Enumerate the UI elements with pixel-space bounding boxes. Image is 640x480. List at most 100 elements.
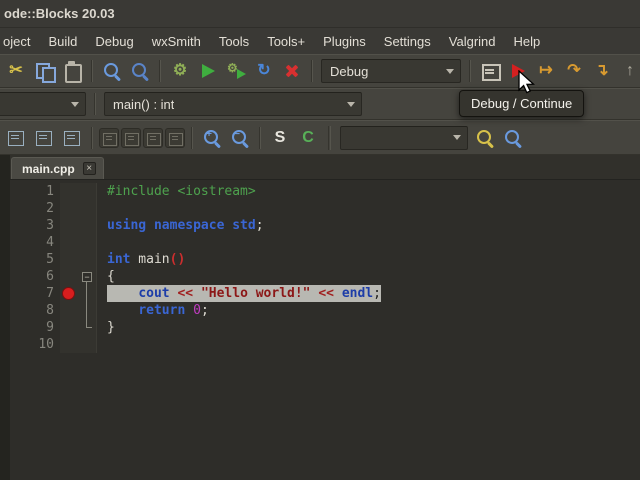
fold-margin[interactable]: [78, 336, 97, 353]
cut-icon: ✂: [9, 62, 23, 79]
line-number[interactable]: 2: [10, 200, 60, 217]
fold-margin[interactable]: −: [78, 268, 97, 285]
tab-close-icon[interactable]: ×: [82, 162, 96, 175]
rebuild-button[interactable]: ↻: [251, 58, 277, 84]
find-icon: [102, 61, 122, 81]
line-number[interactable]: 8: [10, 302, 60, 319]
chevron-down-icon: [71, 101, 79, 107]
next-line-button[interactable]: ↷: [561, 58, 587, 84]
breakpoint-margin[interactable]: [60, 251, 78, 268]
debugging-windows-button[interactable]: [477, 58, 503, 84]
code-text: using namespace std;: [97, 217, 264, 234]
fold-margin[interactable]: [78, 319, 97, 336]
fold-margin[interactable]: [78, 183, 97, 200]
menu-item-valgrind[interactable]: Valgrind: [440, 28, 505, 54]
code-editor[interactable]: 1 #include <iostream> 2 3 using namespace st…: [10, 180, 640, 480]
line-number[interactable]: 7: [10, 285, 60, 302]
fold-margin[interactable]: [78, 200, 97, 217]
goto-declaration-button[interactable]: [31, 125, 57, 151]
tab-main-cpp[interactable]: main.cpp ×: [11, 157, 104, 179]
breakpoint-margin[interactable]: [60, 336, 78, 353]
step-into-button[interactable]: ↴: [589, 58, 615, 84]
step-into-icon: ↴: [595, 62, 609, 79]
fold-margin[interactable]: [78, 251, 97, 268]
menu-item-plugins[interactable]: Plugins: [314, 28, 375, 54]
breakpoint-margin[interactable]: [60, 285, 78, 302]
menu-item-wxsmith[interactable]: wxSmith: [143, 28, 210, 54]
line-number[interactable]: 9: [10, 319, 60, 336]
function-combobox[interactable]: main() : int: [104, 92, 362, 116]
comment-button[interactable]: C: [295, 125, 321, 151]
incremental-search-button[interactable]: [500, 125, 526, 151]
menu-item-tools[interactable]: Tools: [210, 28, 258, 54]
incremental-search-combobox[interactable]: [340, 125, 468, 150]
breakpoint-margin[interactable]: [60, 268, 78, 285]
abort-button[interactable]: [279, 58, 305, 84]
build-button[interactable]: ⚙: [167, 58, 193, 84]
find-button[interactable]: [99, 58, 125, 84]
find-in-files-button[interactable]: [127, 58, 153, 84]
menu-item-oject[interactable]: oject: [0, 28, 39, 54]
paste-icon: [62, 61, 82, 83]
swap-header-source-button[interactable]: [3, 125, 29, 151]
fold-margin[interactable]: [78, 217, 97, 234]
main-toolbar: ✂ ⚙ ⚙ ↻ Debug ↦ ↷ ↴ ↑: [0, 54, 640, 88]
menu-item-tools[interactable]: Tools+: [258, 28, 314, 54]
code-text: }: [97, 319, 115, 336]
toolbar-separator: [328, 125, 331, 150]
unfold-all-button[interactable]: [121, 127, 141, 148]
menu-item-debug[interactable]: Debug: [86, 28, 142, 54]
line-number[interactable]: 10: [10, 336, 60, 353]
copy-icon: [34, 61, 56, 83]
line-number[interactable]: 5: [10, 251, 60, 268]
menu-item-settings[interactable]: Settings: [375, 28, 440, 54]
build-target-combobox[interactable]: Debug: [321, 59, 461, 83]
cut-button[interactable]: ✂: [3, 58, 29, 84]
line-number[interactable]: 4: [10, 234, 60, 251]
toolbar-separator: [191, 126, 193, 149]
fold-all-button[interactable]: [99, 127, 119, 148]
fold-margin[interactable]: [78, 302, 97, 319]
breakpoint-margin[interactable]: [60, 302, 78, 319]
line-number[interactable]: 6: [10, 268, 60, 285]
build-and-run-button[interactable]: ⚙: [223, 58, 249, 84]
next-bookmark-button[interactable]: [165, 127, 185, 148]
tab-label: main.cpp: [22, 161, 75, 176]
code-line: 2: [10, 200, 640, 217]
build-and-run-icon: ⚙: [226, 61, 246, 81]
fold-collapse-icon[interactable]: −: [82, 272, 92, 282]
code-line: 10: [10, 336, 640, 353]
code-line: 4: [10, 234, 640, 251]
menu-item-help[interactable]: Help: [505, 28, 550, 54]
goto-implementation-button[interactable]: [59, 125, 85, 151]
zoom-in-icon: +: [202, 128, 222, 148]
fold-margin[interactable]: [78, 285, 97, 302]
breakpoint-margin[interactable]: [60, 234, 78, 251]
paste-button[interactable]: [59, 58, 85, 84]
zoom-out-button[interactable]: −: [227, 125, 253, 151]
menu-item-build[interactable]: Build: [39, 28, 86, 54]
breakpoint-margin[interactable]: [60, 200, 78, 217]
breakpoint-margin[interactable]: [60, 319, 78, 336]
line-number[interactable]: 3: [10, 217, 60, 234]
breakpoint-margin[interactable]: [60, 217, 78, 234]
step-out-button[interactable]: ↑: [617, 58, 640, 84]
insert-snippet-button[interactable]: S: [267, 125, 293, 151]
fold-margin[interactable]: [78, 234, 97, 251]
run-button[interactable]: [195, 58, 221, 84]
highlight-occurrences-button[interactable]: [472, 125, 498, 151]
zoom-in-button[interactable]: +: [199, 125, 225, 151]
incremental-search-icon: [503, 128, 523, 148]
line-number[interactable]: 1: [10, 183, 60, 200]
breakpoint-icon[interactable]: [62, 287, 75, 300]
chevron-down-icon: [446, 68, 454, 74]
breakpoint-margin[interactable]: [60, 183, 78, 200]
copy-button[interactable]: [31, 58, 57, 84]
toolbar-separator: [159, 60, 161, 82]
window-title-bar[interactable]: ode::Blocks 20.03: [0, 0, 640, 28]
code-line: 8 return 0;: [10, 302, 640, 319]
scope-combobox[interactable]: [0, 92, 86, 116]
code-line: 5 int main(): [10, 251, 640, 268]
prev-bookmark-button[interactable]: [143, 127, 163, 148]
